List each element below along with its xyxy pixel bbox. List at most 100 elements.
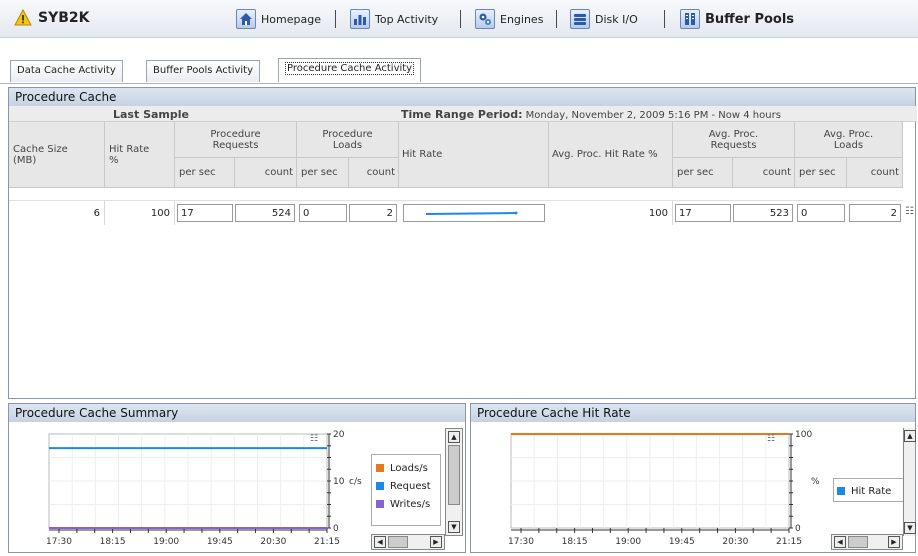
col-hit-rate[interactable]: Hit Rate bbox=[399, 122, 549, 188]
y-unit-label: c/s bbox=[349, 477, 362, 487]
tab-data-cache-activity[interactable]: Data Cache Activity bbox=[10, 60, 123, 82]
scroll-left-button[interactable]: ◀ bbox=[374, 536, 386, 548]
col-cache-size[interactable]: Cache Size (MB) bbox=[9, 122, 105, 188]
nav-separator bbox=[460, 10, 461, 28]
nav-label: Top Activity bbox=[375, 12, 439, 26]
x-tick-label: 18:15 bbox=[100, 537, 126, 547]
scroll-thumb[interactable] bbox=[448, 445, 460, 505]
col-avg-requests[interactable]: Avg. Proc. Requests bbox=[673, 122, 795, 158]
x-tick-label: 19:45 bbox=[669, 537, 695, 547]
hit-rate-chart: 100 0% 17:30 18:15 19:00 19:45 20:30 21:15 bbox=[508, 430, 820, 547]
nav-homepage[interactable]: Homepage bbox=[236, 9, 321, 29]
x-tick-label: 17:30 bbox=[508, 537, 534, 547]
cell-requests-count: 524 bbox=[235, 204, 295, 222]
col-avg-req-per-sec[interactable]: per sec bbox=[673, 158, 733, 188]
col-req-per-sec[interactable]: per sec bbox=[175, 158, 235, 188]
nav-separator bbox=[556, 10, 557, 28]
cell-cache-size: 6 bbox=[9, 201, 105, 225]
nav-separator bbox=[664, 10, 665, 28]
nav-separator bbox=[335, 10, 336, 28]
col-avg-loads-count[interactable]: count bbox=[847, 158, 903, 188]
scroll-down-button[interactable]: ▼ bbox=[904, 522, 916, 534]
chart-menu-icon[interactable]: ☷ bbox=[310, 434, 318, 444]
tab-procedure-cache-activity[interactable]: Procedure Cache Activity bbox=[278, 58, 422, 82]
buffer-pool-icon bbox=[680, 9, 700, 29]
legend-swatch bbox=[376, 482, 384, 490]
procedure-cache-panel: Procedure Cache Last Sample Time Range P… bbox=[8, 87, 917, 399]
summary-panel: Procedure Cache Summary 20 10 0 c/s 17:30 18:… bbox=[8, 403, 466, 553]
scroll-thumb[interactable] bbox=[848, 536, 868, 548]
nav-disk-io[interactable]: Disk I/O bbox=[570, 9, 638, 29]
procedure-cache-table: Last Sample Time Range Period: Monday, N… bbox=[9, 106, 917, 236]
col-req-count[interactable]: count bbox=[235, 158, 297, 188]
scroll-down-button[interactable]: ▼ bbox=[448, 521, 460, 533]
nav-label: Homepage bbox=[261, 12, 321, 26]
table-row[interactable]: 6 100 17 524 0 2 100 17 523 0 2 bbox=[9, 200, 903, 228]
horizontal-scrollbar[interactable]: ◀ ▶ bbox=[371, 534, 445, 550]
hit-rate-legend: Hit Rate bbox=[833, 478, 905, 502]
legend-swatch bbox=[376, 464, 384, 472]
y-unit-label: % bbox=[811, 477, 820, 487]
time-range-label: Time Range Period: bbox=[401, 108, 523, 121]
cell-loads-count: 2 bbox=[349, 204, 397, 222]
scroll-right-button[interactable]: ▶ bbox=[888, 536, 900, 548]
cell-loads-per-sec: 0 bbox=[299, 204, 347, 222]
hit-rate-panel: Procedure Cache Hit Rate 100 0% 17:30 18:15… bbox=[470, 403, 916, 553]
scroll-left-button[interactable]: ◀ bbox=[834, 536, 846, 548]
legend-label: Request bbox=[390, 480, 431, 492]
legend-swatch bbox=[837, 487, 845, 495]
panel-title: Procedure Cache Hit Rate bbox=[477, 406, 631, 420]
server-title: SYB2K bbox=[14, 9, 89, 26]
legend-item: Request bbox=[376, 477, 436, 495]
hit-rate-sparkline bbox=[403, 204, 545, 222]
col-loads-count[interactable]: count bbox=[349, 158, 399, 188]
home-icon bbox=[236, 9, 256, 29]
col-avg-hit-rate[interactable]: Avg. Proc. Hit Rate % bbox=[549, 122, 673, 188]
y-tick-label: 0 bbox=[795, 524, 801, 534]
col-loads-per-sec[interactable]: per sec bbox=[297, 158, 349, 188]
y-tick-label: 10 bbox=[333, 477, 345, 487]
column-chooser-icon[interactable]: ☷ bbox=[905, 206, 914, 217]
nav-label: Buffer Pools bbox=[705, 11, 795, 27]
panel-header: Procedure Cache Summary bbox=[9, 404, 465, 422]
nav-buffer-pools[interactable]: Buffer Pools bbox=[680, 9, 794, 29]
sparkline-endpoint bbox=[514, 211, 518, 215]
y-tick-label: 20 bbox=[333, 430, 345, 440]
bar-chart-icon bbox=[350, 9, 370, 29]
col-hit-rate-pct[interactable]: Hit Rate % bbox=[105, 122, 175, 188]
nav-top-activity[interactable]: Top Activity bbox=[350, 9, 438, 29]
cell-hit-rate: 100 bbox=[105, 201, 175, 225]
col-procedure-requests[interactable]: Procedure Requests bbox=[175, 122, 297, 158]
scroll-up-button[interactable]: ▲ bbox=[448, 431, 460, 443]
cell-avg-loads-count: 2 bbox=[849, 204, 901, 222]
server-name: SYB2K bbox=[38, 9, 90, 26]
x-tick-label: 20:30 bbox=[260, 537, 286, 547]
nav-engines[interactable]: Engines bbox=[475, 9, 543, 29]
cell-requests-per-sec: 17 bbox=[177, 204, 233, 222]
scroll-thumb[interactable] bbox=[388, 536, 408, 548]
horizontal-scrollbar[interactable]: ◀ ▶ bbox=[831, 534, 903, 550]
col-avg-loads-per-sec[interactable]: per sec bbox=[795, 158, 847, 188]
tab-bar bbox=[0, 38, 918, 84]
x-tick-label: 19:00 bbox=[153, 537, 179, 547]
x-tick-label: 17:30 bbox=[46, 537, 72, 547]
legend-label: Hit Rate bbox=[851, 485, 892, 497]
x-tick-label: 19:45 bbox=[207, 537, 233, 547]
warning-icon bbox=[14, 9, 32, 26]
x-tick-label: 21:15 bbox=[776, 537, 802, 547]
col-procedure-loads[interactable]: Procedure Loads bbox=[297, 122, 399, 158]
scroll-right-button[interactable]: ▶ bbox=[430, 536, 442, 548]
legend-scrollbar[interactable]: ▲ ▼ bbox=[445, 428, 463, 536]
scroll-up-button[interactable]: ▲ bbox=[904, 430, 916, 442]
gears-icon bbox=[475, 9, 495, 29]
tab-buffer-pools-activity[interactable]: Buffer Pools Activity bbox=[146, 60, 261, 82]
nav-label: Engines bbox=[500, 12, 544, 26]
col-avg-req-count[interactable]: count bbox=[733, 158, 795, 188]
legend-item: Writes/s bbox=[376, 495, 436, 513]
y-tick-label: 0 bbox=[333, 524, 339, 534]
x-tick-label: 20:30 bbox=[722, 537, 748, 547]
legend-scrollbar[interactable]: ▲ ▼ bbox=[903, 428, 916, 536]
last-sample-label: Last Sample bbox=[113, 108, 189, 121]
chart-menu-icon[interactable]: ☷ bbox=[767, 434, 775, 444]
col-avg-loads[interactable]: Avg. Proc. Loads bbox=[795, 122, 903, 158]
